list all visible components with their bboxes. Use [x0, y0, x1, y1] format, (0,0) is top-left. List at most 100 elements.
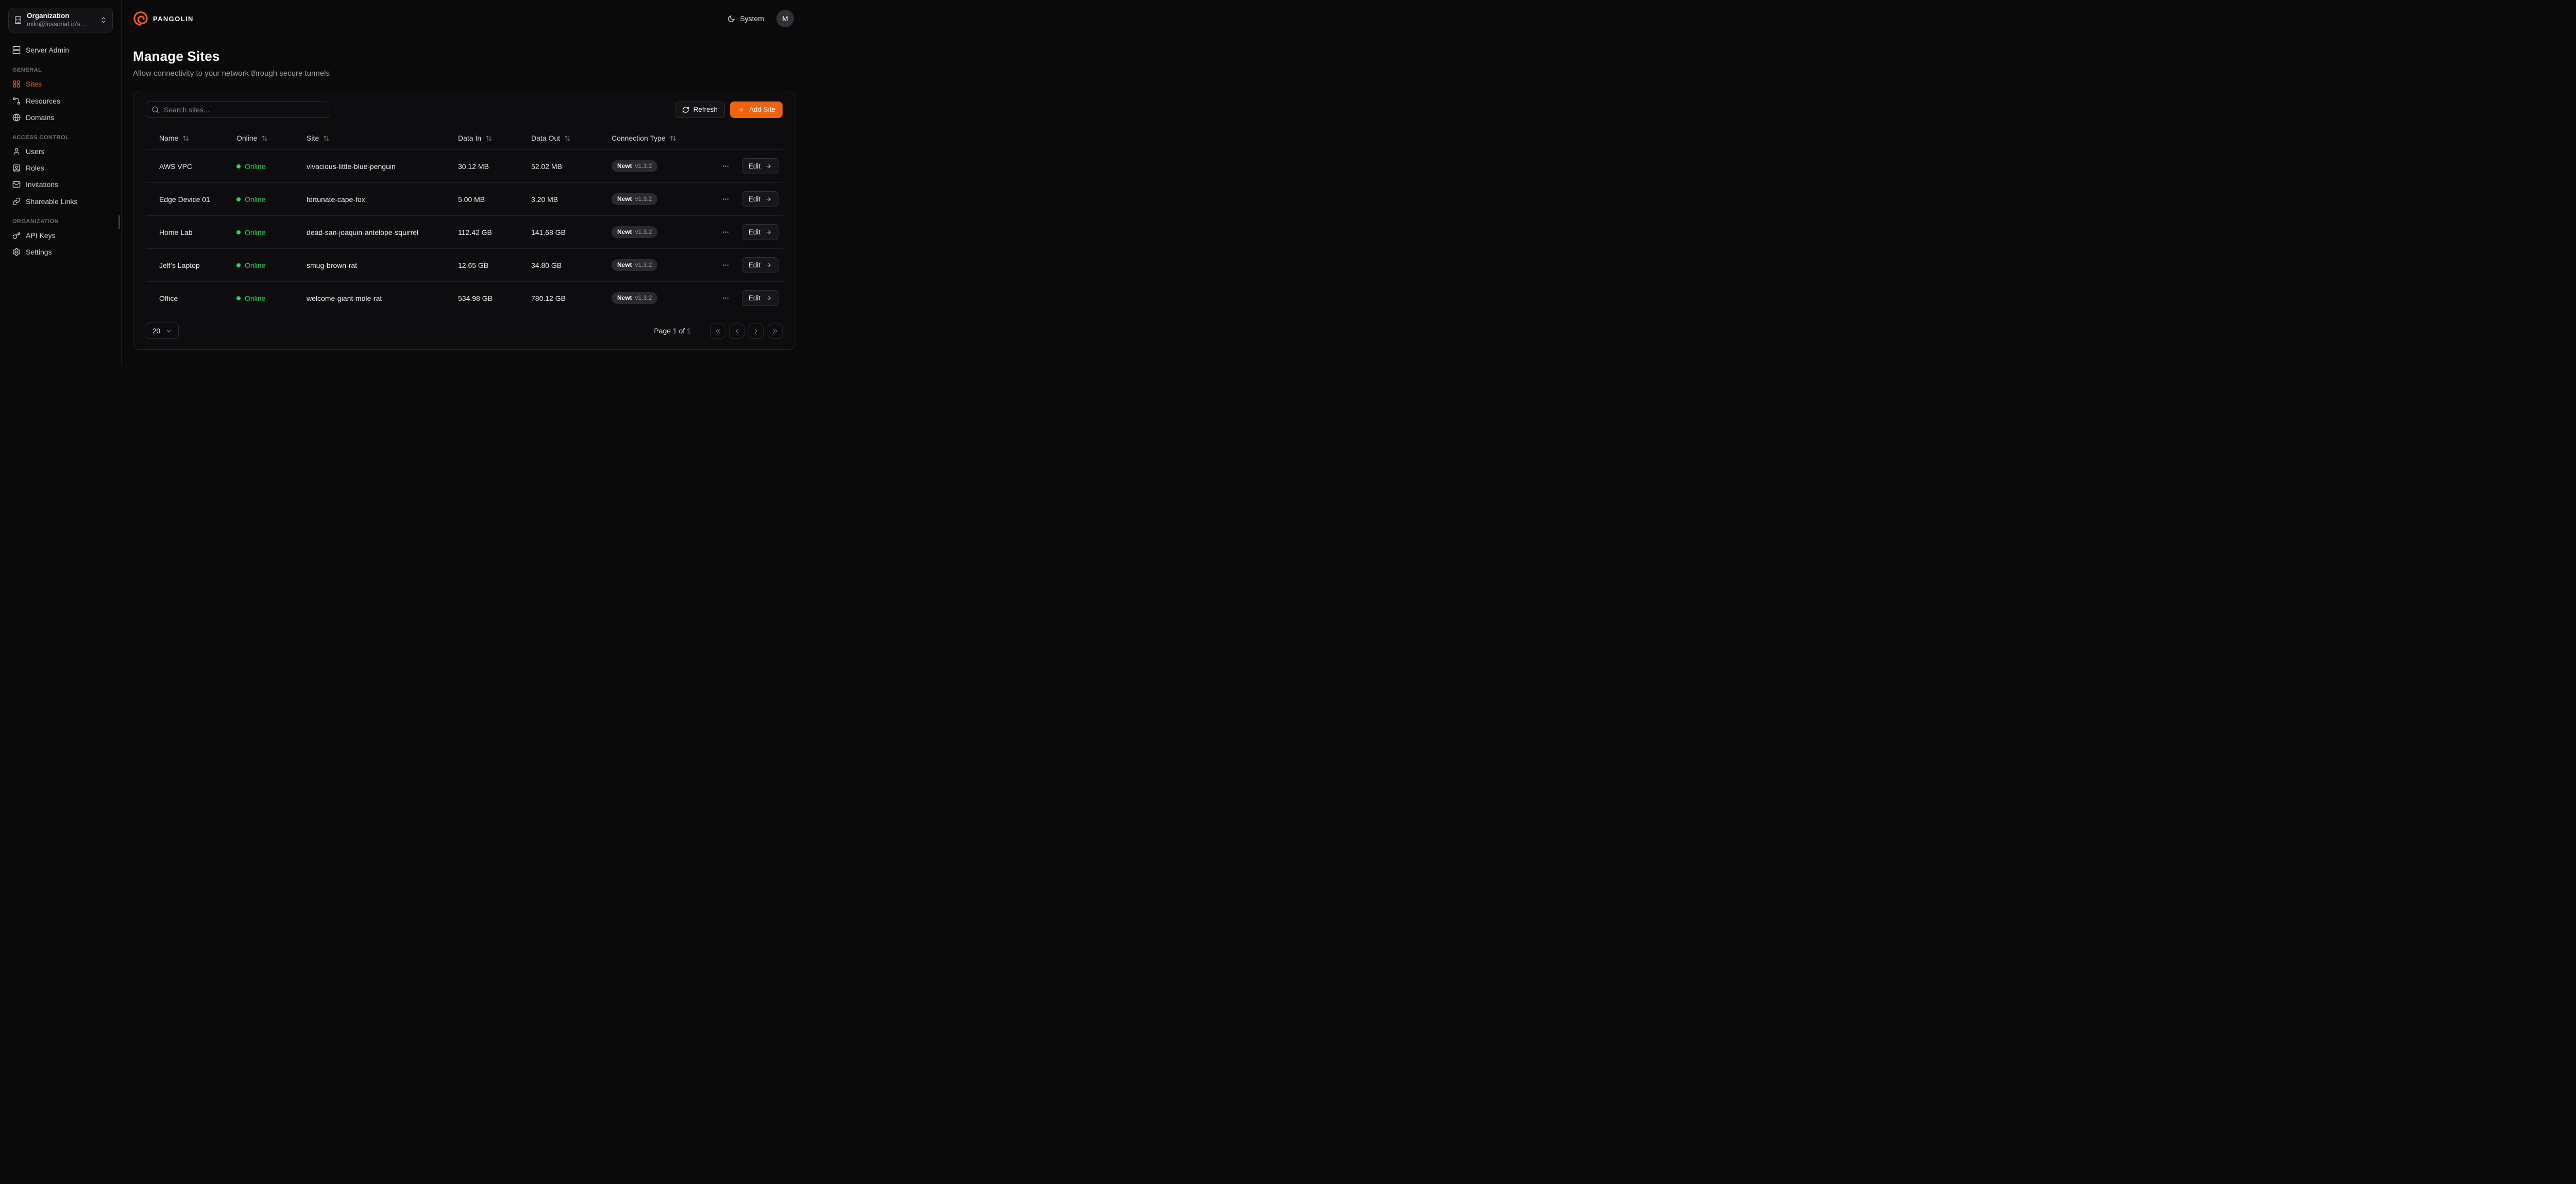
sidebar-item-label: Domains [26, 113, 54, 122]
sidebar-item-domains[interactable]: Domains [8, 109, 113, 126]
page-title: Manage Sites [133, 48, 795, 64]
sites-table: Name Online Site Data In Data Out Connec… [146, 127, 783, 314]
sort-icon[interactable] [485, 135, 492, 142]
first-page-button[interactable] [710, 324, 725, 339]
topbar-right: System M [727, 10, 794, 27]
user-avatar[interactable]: M [776, 10, 794, 27]
theme-toggle-button[interactable]: System [727, 14, 764, 23]
edit-button[interactable]: Edit [742, 290, 778, 306]
sidebar-item-roles[interactable]: Roles [8, 160, 113, 176]
nav-section-general: GENERAL [12, 67, 109, 73]
sidebar-item-api-keys[interactable]: API Keys [8, 227, 113, 244]
server-icon [12, 46, 21, 54]
sort-icon[interactable] [261, 135, 268, 142]
gear-icon [12, 248, 21, 256]
site-id-cell: fortunate-cape-fox [301, 183, 453, 216]
status-badge: Online [236, 228, 265, 236]
row-menu-button[interactable] [720, 226, 732, 238]
connection-type-badge: Newtv1.3.2 [612, 160, 657, 172]
connection-type-badge: Newtv1.3.2 [612, 292, 657, 303]
table-row: Home Lab Online dead-san-joaquin-antelop… [146, 216, 783, 249]
search-icon [151, 106, 159, 114]
sites-card: Refresh Add Site [133, 91, 795, 350]
sidebar-scrollbar-thumb[interactable] [118, 215, 120, 229]
column-header-online[interactable]: Online [231, 127, 301, 150]
column-header-actions [715, 127, 783, 150]
page-subtitle: Allow connectivity to your network throu… [133, 69, 795, 78]
globe-icon [12, 113, 21, 122]
site-id-cell: smug-brown-rat [301, 249, 453, 282]
sidebar-item-shareable-links[interactable]: Shareable Links [8, 193, 113, 210]
building-icon [14, 16, 22, 24]
next-page-button[interactable] [749, 324, 764, 339]
refresh-button[interactable]: Refresh [675, 102, 725, 118]
row-menu-button[interactable] [720, 193, 732, 205]
sort-icon[interactable] [670, 135, 676, 142]
org-selector[interactable]: Organization milo@fossorial.io's ... [8, 8, 113, 32]
sidebar-item-settings[interactable]: Settings [8, 244, 113, 260]
nav-section-access-control: ACCESS CONTROL [12, 134, 109, 141]
column-header-data-out[interactable]: Data Out [526, 127, 606, 150]
column-header-connection-type[interactable]: Connection Type [606, 127, 715, 150]
last-page-button[interactable] [768, 324, 783, 339]
table-row: AWS VPC Online vivacious-little-blue-pen… [146, 150, 783, 183]
sort-icon[interactable] [323, 135, 330, 142]
edit-button[interactable]: Edit [742, 257, 778, 273]
arrow-right-icon [765, 262, 772, 268]
edit-button[interactable]: Edit [742, 158, 778, 174]
row-menu-button[interactable] [720, 160, 732, 172]
sidebar-item-invitations[interactable]: Invitations [8, 176, 113, 193]
sidebar-item-label: Shareable Links [26, 197, 77, 206]
add-site-button[interactable]: Add Site [730, 102, 783, 118]
theme-label: System [740, 14, 764, 23]
user-icon [12, 147, 21, 156]
site-name-cell: AWS VPC [146, 150, 231, 183]
online-status-dot [236, 164, 241, 168]
row-menu-button[interactable] [720, 292, 732, 304]
sidebar-item-label: Sites [26, 79, 42, 89]
user-square-icon [12, 164, 21, 172]
key-icon [12, 231, 21, 240]
card-toolbar: Refresh Add Site [133, 91, 795, 127]
table-row: Office Online welcome-giant-mole-rat 534… [146, 282, 783, 315]
link-icon [12, 197, 21, 206]
nav-section-organization: ORGANIZATION [12, 218, 109, 225]
connection-type-badge: Newtv1.3.2 [612, 193, 657, 205]
sort-icon[interactable] [182, 135, 189, 142]
edit-button[interactable]: Edit [742, 224, 778, 240]
org-selector-title: Organization [27, 12, 95, 20]
sort-icon[interactable] [564, 135, 571, 142]
arrow-right-icon [765, 295, 772, 301]
site-name-cell: Office [146, 282, 231, 315]
previous-page-button[interactable] [730, 324, 744, 339]
row-menu-button[interactable] [720, 259, 732, 271]
chevrons-up-down-icon [100, 16, 107, 24]
column-header-data-in[interactable]: Data In [453, 127, 526, 150]
sidebar-item-label: Resources [26, 96, 60, 106]
mail-icon [12, 180, 21, 189]
sidebar-item-sites[interactable]: Sites [8, 76, 113, 92]
edit-button[interactable]: Edit [742, 191, 778, 207]
column-header-name[interactable]: Name [146, 127, 231, 150]
site-id-cell: vivacious-little-blue-penguin [301, 150, 453, 183]
column-header-site[interactable]: Site [301, 127, 453, 150]
avatar-initial: M [782, 15, 788, 23]
connection-type-badge: Newtv1.3.2 [612, 226, 657, 238]
topbar: PANGOLIN System M [122, 0, 808, 37]
data-in-cell: 534.98 GB [453, 282, 526, 315]
sidebar-item-label: Server Admin [26, 45, 69, 55]
site-id-cell: dead-san-joaquin-antelope-squirrel [301, 216, 453, 249]
sidebar-item-users[interactable]: Users [8, 143, 113, 160]
site-id-cell: welcome-giant-mole-rat [301, 282, 453, 315]
sites-table-wrap: Name Online Site Data In Data Out Connec… [133, 127, 795, 314]
sidebar-item-label: API Keys [26, 231, 56, 240]
search-input[interactable] [146, 102, 329, 118]
toolbar-actions: Refresh Add Site [675, 102, 783, 118]
page-size-select[interactable]: 20 [146, 323, 179, 339]
status-badge: Online [236, 294, 265, 302]
sidebar-item-server-admin[interactable]: Server Admin [8, 42, 113, 58]
add-site-label: Add Site [749, 106, 775, 113]
online-status-dot [236, 263, 241, 267]
pangolin-logo-icon [133, 11, 148, 26]
sidebar-item-resources[interactable]: Resources [8, 93, 113, 109]
